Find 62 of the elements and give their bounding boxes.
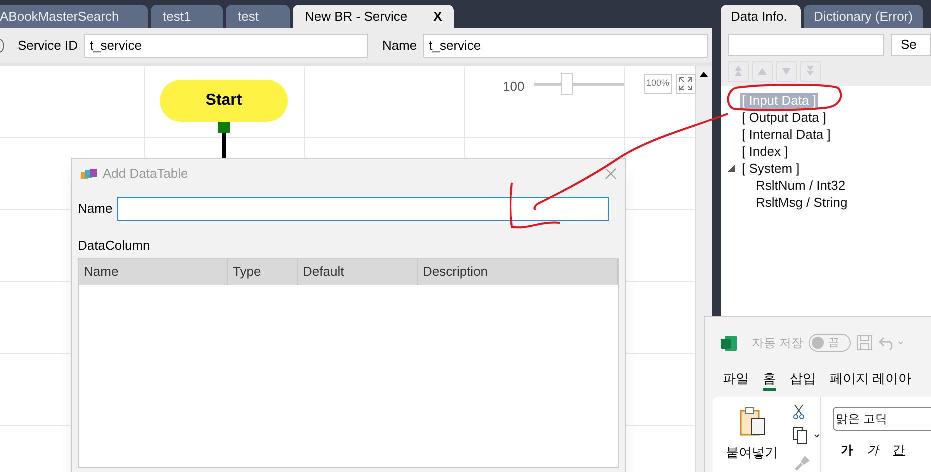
down-arrow-icon — [781, 66, 792, 77]
close-icon[interactable] — [605, 168, 617, 180]
spreadsheet-icon — [721, 334, 738, 352]
underline-button[interactable]: 간 — [893, 441, 905, 459]
search-field[interactable] — [728, 34, 884, 56]
ribbon-tab[interactable]: 페이지 레이아 — [830, 369, 912, 391]
paste-button[interactable]: 붙여넣기 — [726, 443, 778, 462]
tab[interactable]: ABookMasterSearch — [0, 5, 148, 28]
actual-size-button[interactable]: 100% — [644, 74, 672, 94]
app-icon — [81, 168, 97, 180]
bold-button[interactable]: 가 — [841, 441, 853, 459]
save-icon[interactable] — [857, 335, 874, 351]
label: Name — [382, 36, 418, 55]
tab[interactable]: test — [226, 5, 290, 28]
column-header[interactable]: Type — [228, 258, 298, 284]
ribbon-tab[interactable]: 삽입 — [790, 369, 816, 391]
font-field[interactable]: 맑은 고딕 — [833, 407, 931, 431]
tab[interactable]: Data Info. — [721, 5, 801, 28]
field-label: Name — [78, 200, 113, 218]
expand-triangle-icon[interactable] — [728, 165, 735, 172]
dialog-title: Add DataTable — [103, 165, 188, 184]
connector-port[interactable] — [218, 122, 230, 133]
zoom-slider[interactable] — [534, 73, 624, 96]
ribbon-tab[interactable]: 홈 — [763, 369, 776, 391]
move-up-button[interactable] — [752, 61, 773, 82]
tree-item[interactable]: RsltMsg / String — [754, 194, 850, 210]
scissors-icon[interactable] — [793, 404, 805, 420]
up-arrow-icon — [757, 66, 768, 77]
name-field[interactable] — [116, 197, 609, 221]
move-bottom-button[interactable] — [800, 61, 821, 82]
italic-button[interactable]: 가 — [867, 441, 879, 459]
ribbon-tab[interactable]: 파일 — [723, 369, 749, 391]
autosave-label: 자동 저장 — [752, 335, 804, 352]
text-field[interactable]: t_service — [423, 34, 708, 58]
double-down-arrow-icon — [805, 66, 816, 77]
tree-item[interactable]: [ Output Data ] — [740, 110, 829, 126]
move-down-button[interactable] — [776, 61, 797, 82]
tab[interactable]: New BR - Service X — [293, 5, 454, 28]
zoom-reading: 100 — [503, 78, 525, 96]
fit-screen-button[interactable] — [676, 74, 696, 94]
close-button[interactable]: X — [434, 6, 442, 26]
scroll-up-icon[interactable] — [700, 72, 708, 77]
copy-icon[interactable] — [793, 427, 821, 445]
tab[interactable]: test1 — [151, 5, 223, 28]
section-label: DataColumn — [77, 237, 152, 255]
column-header[interactable]: Name — [79, 258, 228, 284]
format-painter-icon[interactable] — [795, 455, 811, 471]
move-top-button[interactable] — [728, 61, 749, 82]
tree-item[interactable]: [ Internal Data ] — [740, 126, 833, 142]
tree-item[interactable]: [ System ] — [740, 160, 802, 176]
double-up-arrow-icon — [733, 66, 744, 77]
tree-item[interactable]: RsltNum / Int32 — [754, 178, 848, 194]
label: Service ID — [18, 36, 78, 55]
annotation-bracket — [510, 182, 562, 230]
column-header[interactable]: Description — [418, 258, 618, 284]
text-field[interactable]: t_service — [84, 34, 368, 58]
tree-item[interactable]: [ Index ] — [740, 144, 790, 160]
search-button[interactable]: Se — [891, 34, 931, 56]
column-header[interactable]: Default — [298, 258, 418, 284]
start-node[interactable]: Start — [160, 80, 288, 122]
undo-icon[interactable] — [879, 335, 906, 351]
tab[interactable]: Dictionary (Error) — [804, 5, 923, 28]
